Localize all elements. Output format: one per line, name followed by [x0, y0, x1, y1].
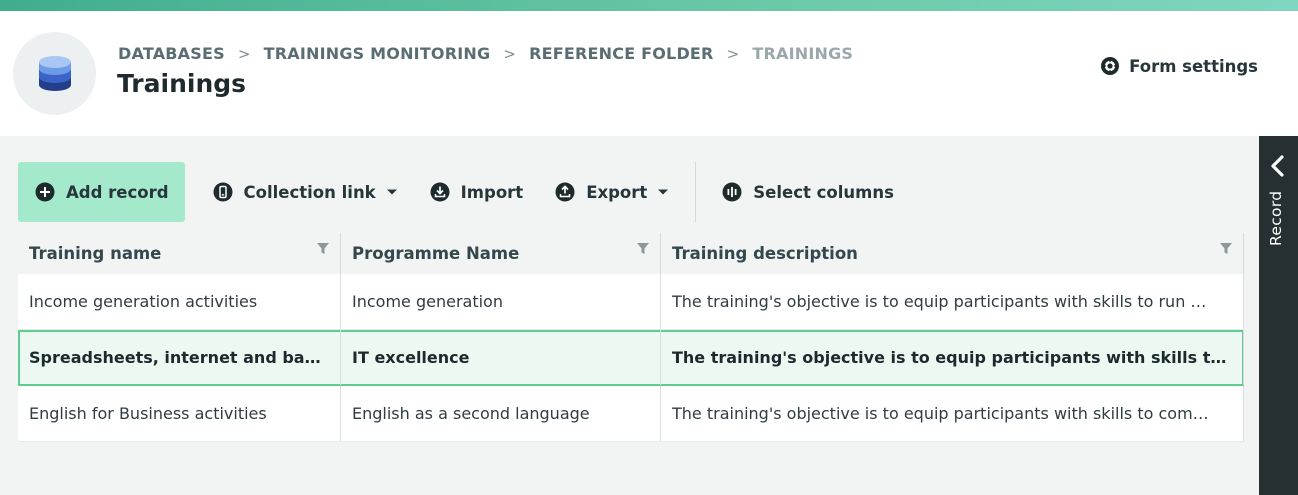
cell-text: The training's objective is to equip par…: [672, 404, 1209, 423]
column-header-label: Training name: [29, 244, 162, 263]
breadcrumb-databases[interactable]: DATABASES: [118, 44, 225, 63]
cell-text: Spreadsheets, internet and basi…: [29, 348, 329, 367]
cell-text: Income generation: [352, 292, 503, 311]
cell-text: The training's objective is to equip par…: [672, 348, 1232, 367]
cell-programme-name[interactable]: IT excellence: [341, 330, 661, 385]
cell-training-description[interactable]: The training's objective is to equip par…: [661, 386, 1244, 441]
column-header-label: Programme Name: [352, 244, 520, 263]
add-record-button[interactable]: Add record: [18, 162, 185, 222]
export-label: Export: [586, 182, 648, 202]
table-row-selected[interactable]: Spreadsheets, internet and basi… IT exce…: [18, 330, 1244, 386]
link-icon: [213, 182, 233, 202]
breadcrumb-separator: >: [726, 44, 740, 63]
table-header-row: Training name Programme Name Training de…: [18, 233, 1244, 274]
records-table: Training name Programme Name Training de…: [18, 233, 1244, 442]
export-button[interactable]: Export: [539, 162, 685, 222]
columns-icon: [722, 182, 742, 202]
breadcrumb-current: TRAININGS: [752, 44, 854, 63]
breadcrumb-trainings-monitoring[interactable]: TRAININGS MONITORING: [264, 44, 491, 63]
column-header-training-name[interactable]: Training name: [18, 233, 341, 274]
record-side-panel-toggle[interactable]: Record: [1259, 136, 1298, 495]
database-avatar: [13, 32, 96, 115]
table-row[interactable]: English for Business activities English …: [18, 386, 1244, 442]
cell-text: The training's objective is to equip par…: [672, 292, 1207, 311]
filter-icon[interactable]: [316, 242, 330, 256]
import-label: Import: [460, 182, 524, 202]
cell-text: IT excellence: [352, 348, 470, 367]
cell-training-name[interactable]: Spreadsheets, internet and basi…: [18, 330, 341, 385]
breadcrumb-separator: >: [503, 44, 517, 63]
toolbar: Add record Collection link Import Export…: [18, 162, 910, 222]
page-header: DATABASES > TRAININGS MONITORING > REFER…: [0, 11, 1298, 136]
select-columns-label: Select columns: [753, 182, 894, 202]
cell-training-name[interactable]: Income generation activities: [18, 274, 341, 329]
import-button[interactable]: Import: [414, 162, 540, 222]
filter-icon[interactable]: [636, 242, 650, 256]
caret-down-icon: [386, 188, 398, 196]
export-icon: [555, 182, 575, 202]
page-title: Trainings: [117, 69, 247, 98]
side-panel-label: Record: [1267, 190, 1285, 246]
breadcrumb-reference-folder[interactable]: REFERENCE FOLDER: [529, 44, 713, 63]
column-header-label: Training description: [672, 244, 858, 263]
plus-circle-icon: [35, 182, 55, 202]
form-settings-label: Form settings: [1129, 56, 1258, 76]
breadcrumb-separator: >: [237, 44, 251, 63]
top-accent-bar: [0, 0, 1298, 11]
cell-text: Income generation activities: [29, 292, 258, 311]
table-row[interactable]: Income generation activities Income gene…: [18, 274, 1244, 330]
cell-text: English as a second language: [352, 404, 590, 423]
gear-icon: [1100, 56, 1120, 76]
database-icon: [38, 55, 71, 91]
column-header-programme-name[interactable]: Programme Name: [341, 233, 661, 274]
collection-link-button[interactable]: Collection link: [197, 162, 414, 222]
import-icon: [430, 182, 450, 202]
column-header-training-description[interactable]: Training description: [661, 233, 1244, 274]
breadcrumb: DATABASES > TRAININGS MONITORING > REFER…: [118, 44, 853, 63]
cell-programme-name[interactable]: English as a second language: [341, 386, 661, 441]
form-settings-button[interactable]: Form settings: [1100, 56, 1258, 76]
toolbar-divider: [695, 162, 697, 222]
add-record-label: Add record: [66, 182, 169, 202]
chevron-left-icon[interactable]: [1268, 155, 1288, 177]
cell-training-description[interactable]: The training's objective is to equip par…: [661, 274, 1244, 329]
collection-link-label: Collection link: [243, 182, 376, 202]
cell-training-name[interactable]: English for Business activities: [18, 386, 341, 441]
caret-down-icon: [657, 188, 669, 196]
cell-programme-name[interactable]: Income generation: [341, 274, 661, 329]
filter-icon[interactable]: [1219, 242, 1233, 256]
select-columns-button[interactable]: Select columns: [706, 162, 910, 222]
cell-text: English for Business activities: [29, 404, 267, 423]
cell-training-description[interactable]: The training's objective is to equip par…: [661, 330, 1244, 385]
